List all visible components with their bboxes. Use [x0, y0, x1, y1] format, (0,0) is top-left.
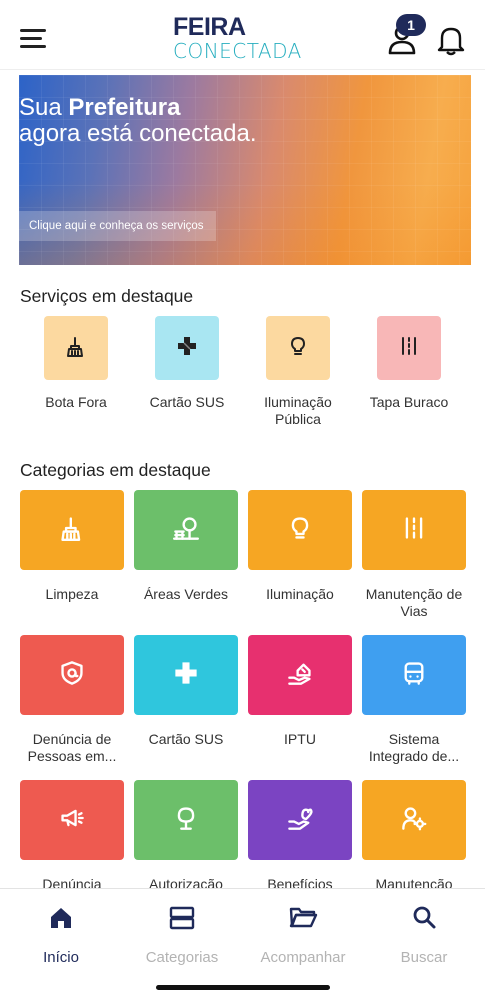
category-tile[interactable] [134, 490, 238, 570]
shield-at-icon [59, 660, 85, 691]
tree-bench-icon [173, 515, 199, 546]
app-logo: FEIRA CONECTADA [173, 14, 315, 66]
category-label: Áreas Verdes [143, 586, 229, 602]
categories-icon [127, 903, 237, 933]
promo-banner[interactable]: Sua Prefeitura agora está conectada. Cli… [19, 75, 471, 265]
featured-service-item[interactable]: Bota Fora [26, 316, 126, 411]
category-item[interactable]: Manutenção de Vias [362, 490, 466, 622]
service-tile[interactable] [377, 316, 441, 380]
category-item[interactable]: Denúncia de Pessoas em... [20, 635, 124, 767]
category-tile[interactable] [20, 635, 124, 715]
category-tile[interactable] [20, 780, 124, 860]
category-item[interactable]: Áreas Verdes [134, 490, 238, 622]
logo-line2: CONECTADA [173, 39, 302, 63]
service-tile[interactable] [155, 316, 219, 380]
bottom-navigation: Início Categorias Acompanhar Buscar [0, 888, 485, 1000]
house-hand-icon [287, 660, 313, 691]
nav-label: Início [43, 949, 79, 966]
nav-label: Buscar [400, 949, 448, 966]
category-label: Denúncia de Pessoas em... [27, 731, 117, 764]
featured-categories-title: Categorias em destaque [20, 460, 211, 480]
broom-icon [59, 515, 85, 546]
category-item[interactable]: Iluminação [248, 490, 352, 622]
megaphone-icon [59, 805, 85, 836]
medical-cross-icon [176, 335, 198, 362]
home-icon [6, 903, 116, 933]
nav-item-acompanhar[interactable]: Acompanhar [248, 903, 358, 966]
category-tile[interactable] [248, 635, 352, 715]
service-label: Cartão SUS [149, 394, 225, 410]
notifications-bell-icon[interactable] [436, 24, 466, 56]
nav-label: Acompanhar [260, 949, 346, 966]
service-tile[interactable] [266, 316, 330, 380]
category-item[interactable]: Cartão SUS [134, 635, 238, 767]
app-header: FEIRA CONECTADA 1 [0, 0, 485, 70]
nav-item-incio[interactable]: Início [6, 903, 116, 966]
notification-count-badge: 1 [396, 14, 426, 36]
category-item[interactable]: Limpeza [20, 490, 124, 622]
category-tile[interactable] [134, 780, 238, 860]
medical-cross-icon [173, 660, 199, 691]
service-label: Iluminação Pública [264, 394, 332, 427]
category-tile[interactable] [362, 780, 466, 860]
service-label: Tapa Buraco [369, 394, 449, 410]
search-icon [369, 903, 479, 933]
nav-label: Categorias [145, 949, 219, 966]
category-tile[interactable] [20, 490, 124, 570]
category-label: Manutenção de Vias [365, 586, 463, 619]
banner-title: Sua Prefeitura agora está conectada. [19, 95, 279, 147]
category-item[interactable]: IPTU [248, 635, 352, 767]
tree-icon [173, 805, 199, 836]
hamburger-menu-icon[interactable] [20, 29, 46, 49]
road-icon [401, 515, 427, 546]
category-tile[interactable] [134, 635, 238, 715]
banner-title-rest: agora está conectada. [19, 120, 257, 147]
nav-item-buscar[interactable]: Buscar [369, 903, 479, 966]
user-gear-icon [401, 805, 427, 836]
lightbulb-icon [287, 335, 309, 362]
folder-icon [248, 903, 358, 933]
category-label: Cartão SUS [148, 731, 224, 747]
lightbulb-icon [287, 515, 313, 546]
nav-item-categorias[interactable]: Categorias [127, 903, 237, 966]
home-indicator [156, 985, 330, 990]
banner-cta-button[interactable]: Clique aqui e conheça os serviços [19, 211, 216, 241]
logo-line1: FEIRA [173, 13, 246, 41]
featured-services-title: Serviços em destaque [20, 286, 194, 306]
category-label: Sistema Integrado de... [368, 731, 460, 764]
category-item[interactable]: Sistema Integrado de... [362, 635, 466, 767]
bus-icon [401, 660, 427, 691]
featured-service-item[interactable]: Tapa Buraco [359, 316, 459, 411]
category-tile[interactable] [362, 635, 466, 715]
category-label: IPTU [284, 731, 316, 747]
category-tile[interactable] [248, 780, 352, 860]
featured-service-item[interactable]: Iluminação Pública [248, 316, 348, 428]
category-tile[interactable] [362, 490, 466, 570]
featured-service-item[interactable]: Cartão SUS [137, 316, 237, 411]
road-icon [398, 335, 420, 362]
category-label: Iluminação [266, 586, 334, 602]
service-tile[interactable] [44, 316, 108, 380]
heart-hand-icon [287, 805, 313, 836]
category-tile[interactable] [248, 490, 352, 570]
broom-icon [65, 335, 87, 362]
service-label: Bota Fora [45, 394, 107, 410]
category-label: Limpeza [45, 586, 99, 602]
banner-title-pre: Sua [19, 94, 69, 121]
banner-title-bold: Prefeitura [68, 94, 181, 121]
